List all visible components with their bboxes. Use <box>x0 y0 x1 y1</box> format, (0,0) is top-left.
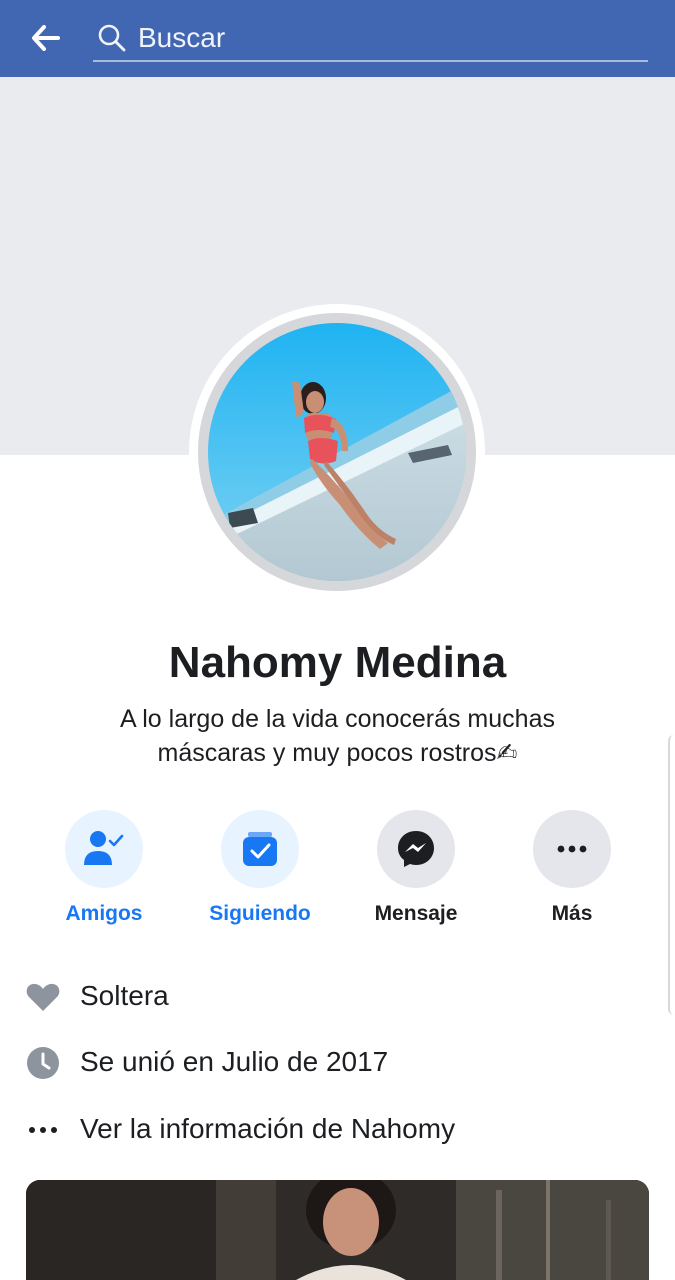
more-dots-icon <box>557 845 587 853</box>
heart-icon <box>26 980 60 1014</box>
profile-name: Nahomy Medina <box>168 638 507 687</box>
following-button-label: Siguiendo <box>209 902 311 925</box>
bio-line: A lo largo de la vida conocerás muchas <box>120 705 555 733</box>
search-placeholder: Buscar <box>138 22 226 53</box>
scrollbar[interactable] <box>668 735 675 1015</box>
friends-button-circle <box>65 810 143 888</box>
friends-button-label: Amigos <box>65 902 143 925</box>
more-button-label: Más <box>551 902 593 925</box>
message-button-label: Mensaje <box>374 902 458 925</box>
joined-date-text: Se unió en Julio de 2017 <box>80 1046 389 1077</box>
profile-picture[interactable] <box>189 304 485 600</box>
following-button[interactable]: Siguiendo <box>182 808 338 938</box>
profile-actions: Amigos Siguiendo Mensaje Más <box>26 808 649 938</box>
more-button[interactable]: Más <box>494 808 650 938</box>
friends-button[interactable]: Amigos <box>26 808 182 938</box>
search-icon <box>98 24 126 52</box>
following-check-icon <box>243 832 277 866</box>
back-arrow-icon <box>32 25 60 51</box>
more-button-circle <box>533 810 611 888</box>
search-input[interactable]: Buscar <box>93 14 648 62</box>
relationship-status: Soltera <box>26 974 626 1018</box>
more-dots-icon <box>26 1113 60 1147</box>
relationship-status-text: Soltera <box>80 980 169 1011</box>
following-button-circle <box>221 810 299 888</box>
see-about-info-text: Ver la información de Nahomy <box>80 1113 456 1144</box>
clock-icon <box>26 1046 60 1080</box>
featured-photo[interactable] <box>26 1180 649 1280</box>
message-button-circle <box>377 810 455 888</box>
profile-bio: A lo largo de la vida conocerás muchas m… <box>80 702 595 770</box>
profile-photo <box>198 313 476 591</box>
back-button[interactable] <box>24 18 68 58</box>
message-button[interactable]: Mensaje <box>338 808 494 938</box>
bio-line: máscaras y muy pocos rostros✍ <box>157 739 518 767</box>
messenger-icon <box>398 831 434 867</box>
top-navigation-bar: Buscar <box>0 0 675 77</box>
friends-check-icon <box>84 831 124 865</box>
joined-date: Se unió en Julio de 2017 <box>26 1040 626 1084</box>
see-about-info-link[interactable]: Ver la información de Nahomy <box>26 1107 626 1151</box>
